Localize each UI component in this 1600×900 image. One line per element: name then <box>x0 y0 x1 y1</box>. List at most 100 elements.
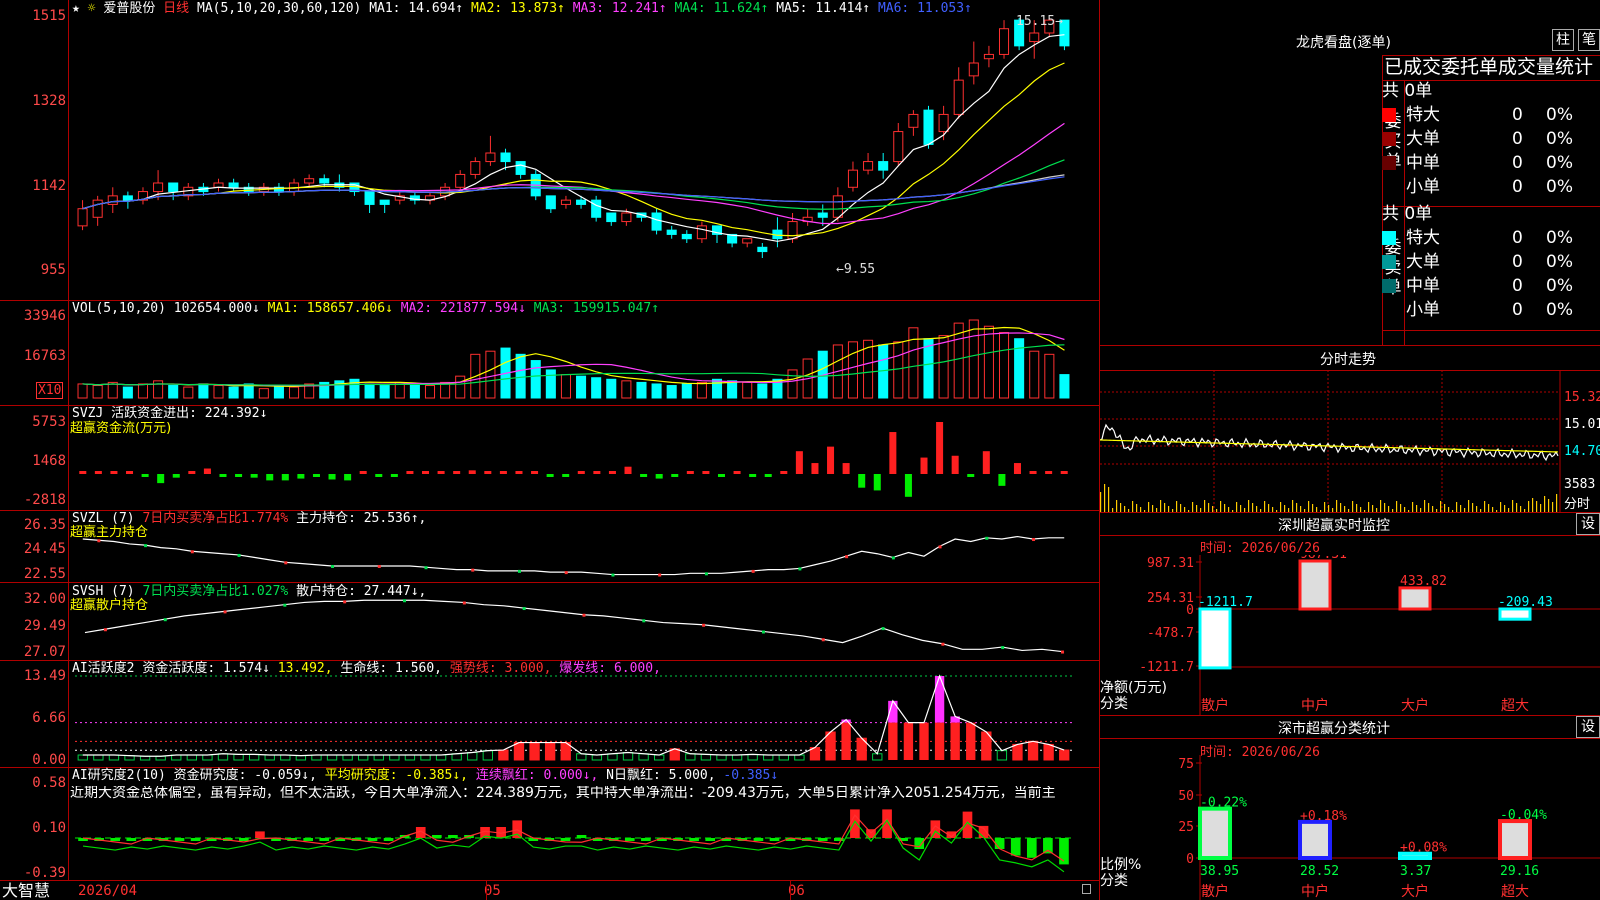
research-bar <box>367 838 378 841</box>
candle <box>168 182 179 193</box>
activity-bar <box>467 752 478 761</box>
volume-bar <box>938 335 949 399</box>
panel-divider <box>0 880 1099 881</box>
svzj-desc: 活跃资金进出: 224.392↓ <box>111 406 268 421</box>
flow-bar <box>967 474 975 477</box>
research-bar <box>560 838 571 841</box>
sz-monitor-ylabel: 净额(万元) <box>1100 680 1167 696</box>
intraday-vol <box>1280 502 1282 512</box>
volume-bar <box>998 331 1010 399</box>
intraday-vol <box>1536 501 1538 512</box>
flow-bar <box>172 474 180 478</box>
candle <box>923 109 934 145</box>
ai2-desc: 资金研究度: -0.059↓, <box>173 768 317 783</box>
volume-bar <box>893 341 904 399</box>
ai2-tick: -0.39 <box>23 865 66 881</box>
activity-bar <box>622 752 634 761</box>
vol-title: VOL(5,10,20) <box>72 301 166 316</box>
svsh-tick: 32.00 <box>23 591 66 607</box>
flow-bar <box>453 471 461 474</box>
bar-mode-button[interactable]: 柱 <box>1552 29 1574 51</box>
order-p: 0% <box>1546 153 1573 173</box>
svsh-title: SVSH (7) <box>72 584 135 599</box>
vol-unit: X10 <box>36 382 64 399</box>
candle <box>651 212 662 231</box>
order-p: 0% <box>1546 177 1573 197</box>
class-change: -0.04% <box>1500 808 1547 823</box>
flow-bar <box>437 471 445 474</box>
volume-bar <box>787 369 798 399</box>
intraday-vol <box>1380 500 1382 512</box>
intraday-vol <box>1160 500 1162 512</box>
intraday-vol <box>1100 492 1102 512</box>
volume-bar <box>908 327 919 399</box>
ai2-tick: 0.58 <box>32 775 66 791</box>
flow-bar <box>141 474 149 477</box>
order-v: 0 <box>1512 252 1523 272</box>
vol-tick: 33946 <box>23 308 66 324</box>
holding-dot <box>522 607 526 611</box>
research-bar <box>705 838 716 841</box>
activity-bar <box>763 754 774 761</box>
monitor-value: 433.82 <box>1400 574 1447 589</box>
intraday-vol <box>1328 505 1330 512</box>
flow-bar <box>733 471 741 474</box>
volume-bar <box>636 381 647 399</box>
intraday-vol <box>1192 502 1194 512</box>
svzl-header: SVZL (7) 7日内买卖净占比1.774% 主力持仓: 25.536↑, <box>72 511 426 526</box>
flow-bar <box>375 474 383 477</box>
tick-mode-button[interactable]: 笔 <box>1578 29 1600 51</box>
settings-button[interactable]: 设 <box>1576 513 1600 535</box>
activity-bar <box>872 753 883 761</box>
svzj-tick: -2818 <box>23 492 66 508</box>
intraday-vol <box>1164 503 1166 512</box>
holding-dot <box>377 564 381 568</box>
flow-bar <box>624 466 632 474</box>
research-bar <box>1010 838 1021 856</box>
holding-dot <box>284 561 288 565</box>
order-total: 共 0单 <box>1382 81 1433 101</box>
activity-bar <box>342 754 353 761</box>
activity-bar <box>373 754 384 761</box>
legend-swatch <box>1382 231 1396 245</box>
volume-bar <box>530 360 541 399</box>
order-v: 0 <box>1512 300 1523 320</box>
volume-bar <box>228 386 239 399</box>
flow-bar <box>219 474 227 477</box>
brand-label[interactable]: 大智慧 <box>2 882 50 900</box>
volume-bar <box>591 377 602 399</box>
flow-bar <box>235 474 243 477</box>
candle <box>560 199 571 205</box>
holding-dot <box>462 601 466 605</box>
research-bar <box>1043 838 1053 854</box>
flow-bar <box>266 474 274 481</box>
flow-bar <box>250 474 258 478</box>
candle <box>863 161 874 171</box>
intraday-vol <box>1540 504 1542 512</box>
vol-ma1: MA1: 158657.406↓ <box>267 301 393 316</box>
holding-dot <box>424 566 428 570</box>
category-label: 中户 <box>1301 883 1329 900</box>
settings-button[interactable]: 设 <box>1576 716 1600 738</box>
flow-bar <box>297 474 305 479</box>
activity-bar <box>202 754 213 761</box>
intraday-vol <box>1500 502 1502 512</box>
vol-tick: 16763 <box>23 348 66 364</box>
candle <box>757 246 768 253</box>
volume-bar <box>757 383 768 399</box>
intraday-vol <box>1548 499 1550 512</box>
svzj-header: SVZJ 活跃资金进出: 224.392↓ <box>72 406 267 421</box>
lock-icon[interactable] <box>1082 884 1091 894</box>
intraday-vol <box>1148 502 1150 512</box>
holding-dot <box>845 555 849 559</box>
intraday-vol <box>1264 501 1266 512</box>
candle <box>500 152 511 163</box>
order-v: 0 <box>1512 228 1523 248</box>
sz-class-title: 深市超赢分类统计 <box>1278 721 1390 737</box>
candle <box>681 233 692 240</box>
intraday-vol <box>1352 501 1354 512</box>
intraday-chart[interactable] <box>1100 370 1600 512</box>
monitor-tick: -1211.7 <box>1139 660 1194 675</box>
intraday-vol <box>1180 504 1182 512</box>
main-chart-area[interactable]: ★ ☼ 爱普股份 日线 MA(5,10,20,30,60,120) MA1: 1… <box>0 0 1100 900</box>
